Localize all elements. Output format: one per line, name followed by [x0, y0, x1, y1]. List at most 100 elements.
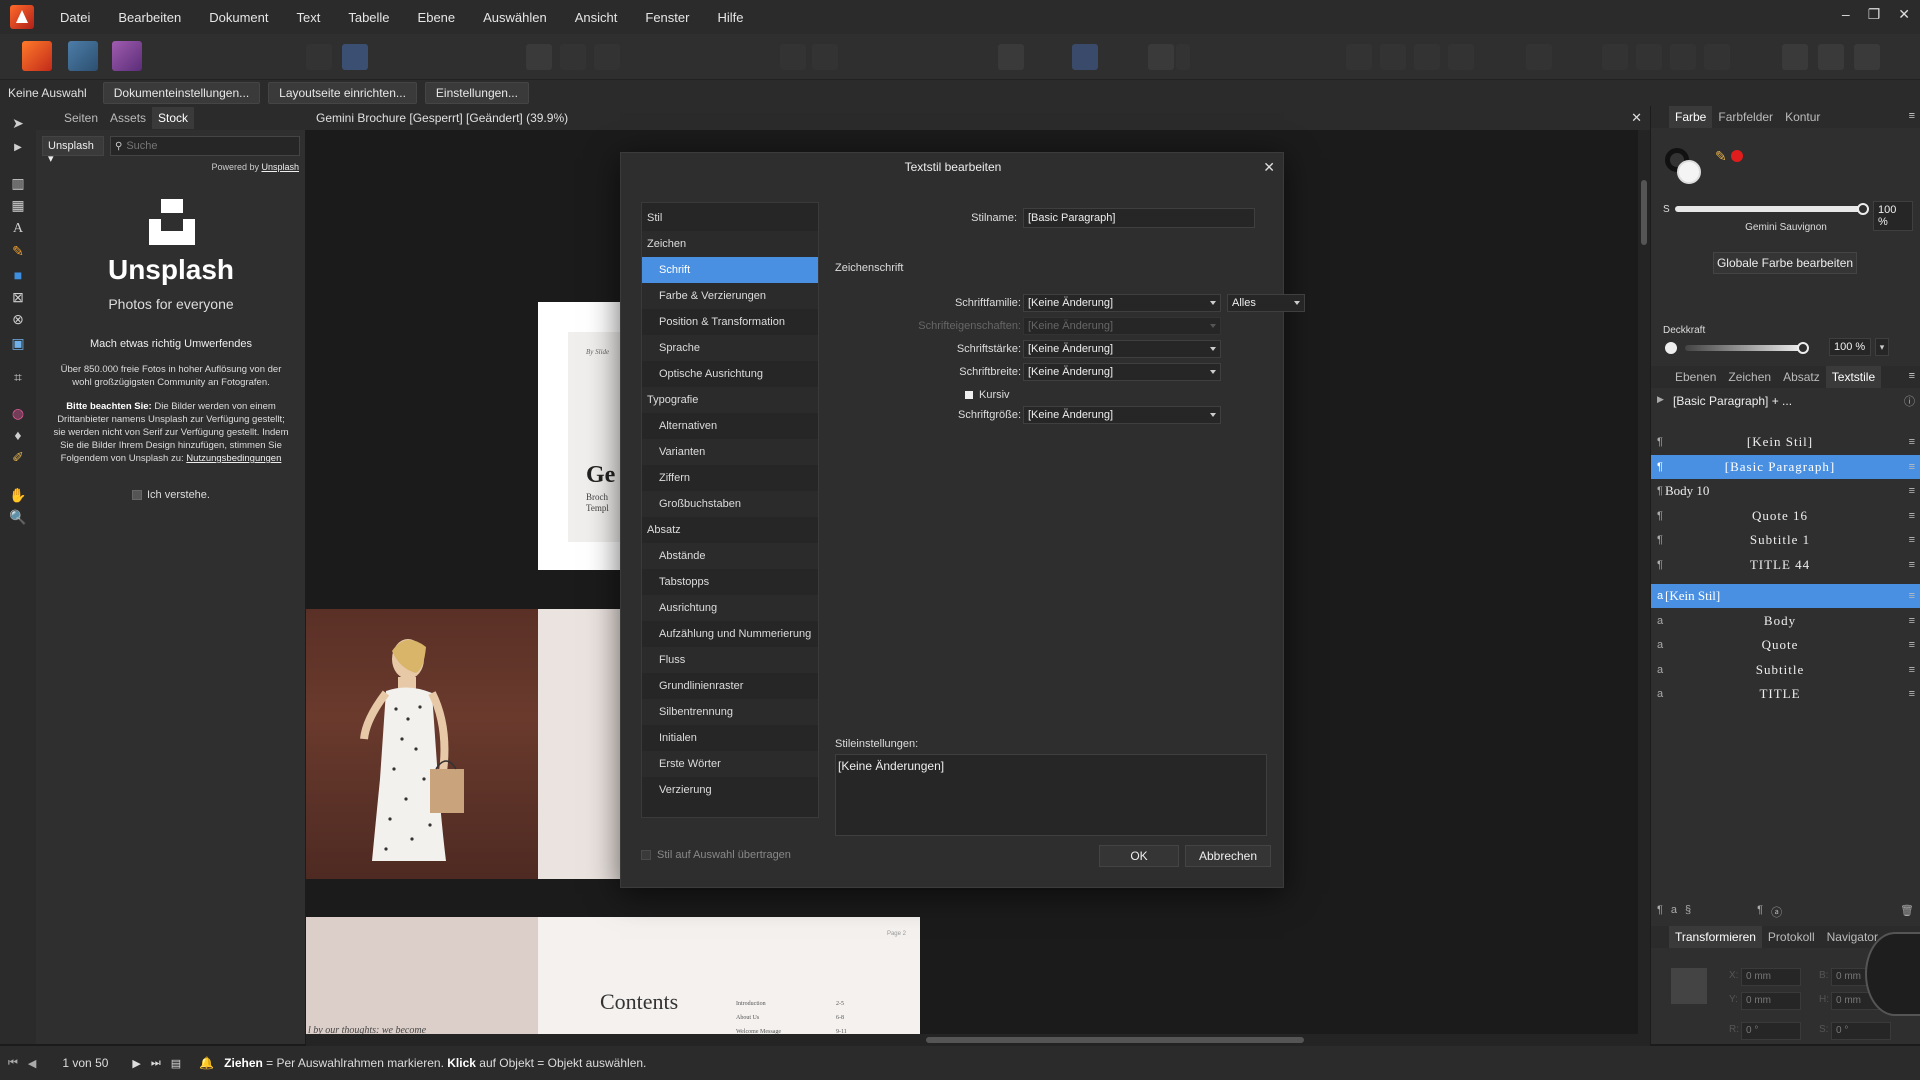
color-picker-tool-icon[interactable]: ✐ — [9, 448, 27, 466]
master-page-setup-button[interactable]: Layoutseite einrichten... — [268, 82, 417, 104]
stock-provider-select[interactable]: Unsplash ▾ — [42, 136, 104, 165]
style-menu-icon[interactable]: ≡ — [1909, 455, 1915, 479]
horizontal-scroll-thumb[interactable] — [926, 1037, 1304, 1043]
panel-menu-icon[interactable]: ≡ — [1909, 110, 1915, 122]
arrange-back-icon[interactable] — [1346, 44, 1372, 70]
text-frame-icon[interactable] — [1072, 44, 1098, 70]
table-tool-icon[interactable]: ▦ — [9, 196, 27, 214]
rectangle-tool-icon[interactable]: ■ — [9, 266, 27, 284]
notification-bell-icon[interactable]: 🔔 — [199, 1056, 214, 1070]
style-row[interactable]: a TITLE ≡ — [1651, 682, 1920, 706]
nav-item[interactable]: Aufzählung und Nummerierung — [642, 621, 818, 647]
saturation-slider-knob[interactable] — [1857, 203, 1869, 215]
nav-item[interactable]: Farbe & Verzierungen — [642, 283, 818, 309]
tab-layers[interactable]: Ebenen — [1669, 366, 1722, 388]
style-menu-icon[interactable]: ≡ — [1909, 430, 1915, 454]
fill-stroke-swatch[interactable] — [1665, 148, 1703, 186]
nav-item[interactable]: Typografie — [642, 387, 818, 413]
picture-frame-tool-icon[interactable]: ⊠ — [9, 288, 27, 306]
style-menu-icon[interactable]: ≡ — [1909, 633, 1915, 657]
style-menu-icon[interactable]: ≡ — [1909, 658, 1915, 682]
contents-left-page[interactable]: l by our thoughts: we become — [306, 917, 538, 1034]
new-character-style-icon[interactable]: a — [1671, 904, 1677, 920]
style-row[interactable]: a Body ≡ — [1651, 609, 1920, 633]
x-field[interactable]: 0 mm — [1741, 968, 1801, 986]
style-menu-icon[interactable]: ≡ — [1909, 479, 1915, 503]
boolean-add-icon[interactable] — [1782, 44, 1808, 70]
style-row[interactable]: a Quote ≡ — [1651, 633, 1920, 657]
menu-item[interactable]: Tabelle — [334, 10, 403, 25]
menu-item[interactable]: Fenster — [631, 10, 703, 25]
nav-item[interactable]: Optische Ausrichtung — [642, 361, 818, 387]
arrange-front-icon[interactable] — [1448, 44, 1474, 70]
vertical-scrollbar[interactable] — [1638, 130, 1650, 1034]
style-menu-icon[interactable]: ≡ — [1909, 553, 1915, 577]
contents-page[interactable]: Page 2 Contents Introduction About Us We… — [538, 917, 920, 1034]
move-tool-icon[interactable]: ➤ — [9, 114, 27, 132]
italic-checkbox[interactable] — [965, 391, 973, 399]
zoom-tool-icon[interactable]: 🔍 — [9, 508, 27, 526]
snapping-magnet-icon[interactable] — [1148, 44, 1174, 70]
style-name-field[interactable]: [Basic Paragraph] — [1023, 208, 1255, 228]
minimize-icon[interactable]: – — [1842, 6, 1850, 23]
current-color-dot[interactable] — [1731, 150, 1743, 162]
tab-assets[interactable]: Assets — [104, 107, 152, 129]
margins-icon[interactable] — [594, 44, 620, 70]
snapping-dropdown-icon[interactable] — [1176, 44, 1190, 70]
style-group-header[interactable]: ▶ [Basic Paragraph] + ... ⓘ — [1651, 390, 1920, 412]
bleed-icon[interactable] — [560, 44, 586, 70]
font-traits-select[interactable]: [Keine Änderung] — [1023, 317, 1221, 335]
nav-item[interactable]: Ziffern — [642, 465, 818, 491]
apply-to-selection-checkbox[interactable] — [641, 850, 651, 860]
close-document-icon[interactable]: ✕ — [1631, 110, 1642, 126]
crop-tool-icon[interactable]: ⌗ — [9, 368, 27, 386]
photo-page[interactable] — [306, 609, 538, 879]
anchor-selector-icon[interactable] — [1671, 968, 1707, 1004]
place-image-tool-icon[interactable]: ▣ — [9, 334, 27, 352]
vertical-scroll-thumb[interactable] — [1641, 180, 1647, 245]
document-setup-button[interactable]: Dokumenteinstellungen... — [102, 82, 261, 104]
view-mode-icon[interactable] — [526, 44, 552, 70]
maximize-icon[interactable]: ❐ — [1868, 6, 1881, 23]
menu-item[interactable]: Hilfe — [703, 10, 757, 25]
tab-paragraph[interactable]: Absatz — [1777, 366, 1826, 388]
hand-tool-icon[interactable]: ✋ — [9, 486, 27, 504]
stock-search-input[interactable] — [126, 140, 287, 152]
opacity-value[interactable]: 100 % — [1829, 338, 1871, 356]
pin-icon[interactable] — [780, 44, 806, 70]
panel-menu-icon[interactable]: ≡ — [1909, 370, 1915, 382]
tab-pages[interactable]: Seiten — [58, 107, 104, 129]
nav-item[interactable]: Position & Transformation — [642, 309, 818, 335]
opacity-slider-knob[interactable] — [1797, 342, 1809, 354]
style-row[interactable]: ¶ [Kein Stil] ≡ — [1651, 430, 1920, 454]
nav-item[interactable]: Abstände — [642, 543, 818, 569]
font-size-select[interactable]: [Keine Änderung] — [1023, 406, 1221, 424]
rotate-left-icon[interactable] — [1670, 44, 1696, 70]
nav-item[interactable]: Initialen — [642, 725, 818, 751]
node-tool-icon[interactable]: ▶ — [9, 138, 27, 156]
tab-color[interactable]: Farbe — [1669, 106, 1713, 128]
tab-stock[interactable]: Stock — [152, 107, 195, 129]
first-page-icon[interactable]: ⏮ — [8, 1057, 18, 1070]
style-menu-icon[interactable]: ≡ — [1909, 504, 1915, 528]
nav-item[interactable]: Stil — [642, 205, 818, 231]
nav-item[interactable]: Schrift — [642, 257, 818, 283]
page-indicator[interactable]: 1 von 50 — [62, 1056, 108, 1070]
delete-style-icon[interactable]: 🗑 — [1900, 904, 1914, 917]
nav-item[interactable]: Absatz — [642, 517, 818, 543]
shear-field[interactable]: 0 ° — [1831, 1022, 1891, 1040]
tab-history[interactable]: Protokoll — [1762, 926, 1821, 948]
nav-item[interactable]: Silbentrennung — [642, 699, 818, 725]
style-row[interactable]: ¶ Body 10 ≡ — [1651, 479, 1920, 503]
understand-checkbox[interactable] — [132, 490, 142, 500]
y-field[interactable]: 0 mm — [1741, 992, 1801, 1010]
menu-item[interactable]: Datei — [46, 10, 104, 25]
nav-item[interactable]: Großbuchstaben — [642, 491, 818, 517]
color-sync-icon[interactable] — [342, 44, 368, 70]
menu-item[interactable]: Auswählen — [469, 10, 561, 25]
spread-view-icon[interactable]: ▤ — [171, 1057, 181, 1070]
horizontal-scrollbar[interactable] — [306, 1034, 1650, 1046]
menu-item[interactable]: Ebene — [404, 10, 470, 25]
color-picker-icon[interactable]: ✎ — [1715, 148, 1727, 165]
nav-item[interactable]: Fluss — [642, 647, 818, 673]
